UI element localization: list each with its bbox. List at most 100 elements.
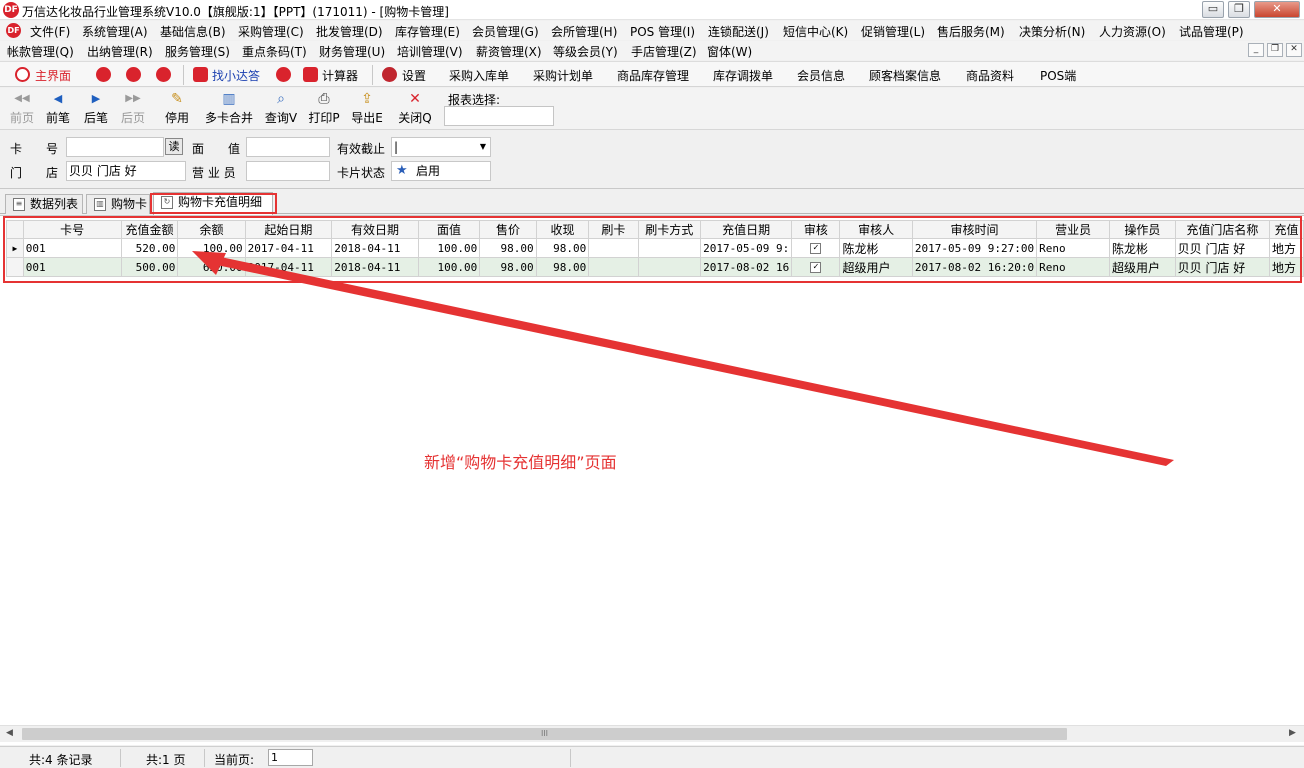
current-page-label: 当前页: [214,753,255,767]
quick-stock-management[interactable]: 商品库存管理 [617,67,689,84]
quick-find-assistant[interactable]: 找小达答 [212,67,260,84]
menu-training[interactable]: 培训管理(V) [397,43,463,60]
scroll-left-arrow-icon[interactable]: ◀ [6,728,13,738]
menu-level-member[interactable]: 等级会员(Y) [553,43,618,60]
app-logo-icon: DF [3,2,19,18]
menu-payroll[interactable]: 薪资管理(X) [476,43,542,60]
quick-transfer[interactable]: 库存调拨单 [713,67,773,84]
merge-cards-button[interactable]: ▥ 多卡合并 [203,90,255,126]
printer-icon: ⎙ [318,91,330,107]
last-page-button[interactable]: ▶▶ 后页 [119,90,147,126]
menu-finance[interactable]: 财务管理(U) [319,43,385,60]
page-count: 共:1 页 [146,753,186,767]
status-bar: 共:4 条记录 共:1 页 当前页: [0,746,1304,768]
mdi-restore-button[interactable]: ❐ [1267,43,1283,57]
valid-until-select[interactable]: | ▼ [391,137,491,157]
quick-purchase-plan[interactable]: 采购计划单 [533,67,593,84]
valid-until-value: | [394,140,399,154]
export-button[interactable]: ⇪ 导出E [350,90,384,126]
current-page-input[interactable]: 1 [268,749,313,766]
card-no-input[interactable] [66,137,164,157]
separator [120,749,121,767]
menu-cashier[interactable]: 出纳管理(R) [87,43,153,60]
menu-key-barcode[interactable]: 重点条码(T) [242,43,307,60]
data-grid-area: 卡号 充值金额 余额 起始日期 有效日期 面值 售价 收现 刷卡 刷卡方式 充值… [0,215,1304,745]
store-input[interactable]: 贝贝 门店 好 [66,161,186,181]
prev-record-button[interactable]: ◀ 前笔 [44,90,72,126]
salesman-input[interactable] [246,161,330,181]
separator [570,749,571,767]
quick-member-info[interactable]: 会员信息 [797,67,845,84]
chat-icon[interactable] [126,67,141,82]
menu-after-sales[interactable]: 售后服务(M) [937,23,1005,40]
menu-basic-info[interactable]: 基础信息(B) [160,23,226,40]
menu-hand-store[interactable]: 手店管理(Z) [631,43,697,60]
minimize-button[interactable]: ▭ [1202,1,1224,18]
menu-pos[interactable]: POS 管理(I) [630,23,695,40]
menu-decision[interactable]: 决策分析(N) [1019,23,1085,40]
record-count: 共:4 条记录 [29,753,93,767]
valid-until-label: 有效截止 [337,142,386,156]
menu-window[interactable]: 窗体(W) [707,43,752,60]
star-icon: ★ [396,163,408,178]
menu-wholesale[interactable]: 批发管理(D) [316,23,383,40]
horizontal-scrollbar[interactable]: ◀ III ▶ [0,725,1304,742]
prev-icon: ◀ [53,92,63,105]
quick-calculator[interactable]: 计算器 [322,67,358,84]
menu-bar-row-1: DF 文件(F) 系统管理(A) 基础信息(B) 采购管理(C) 批发管理(D)… [0,21,1304,40]
menu-logo-icon: DF [6,23,21,38]
search-icon: ⌕ [277,91,285,107]
scroll-thumb[interactable]: III [22,728,1067,740]
report-select-input[interactable] [444,106,554,126]
toolbar: ◀◀ 前页 ◀ 前笔 ▶ 后笔 ▶▶ 后页 ✎ 停用 ▥ 多卡合并 ⌕ 查询V ⎙ 打印P ⇪ 导… [0,88,1304,130]
tab-shopping-card[interactable]: ▥ 购物卡 [86,194,150,214]
read-card-button[interactable]: 读 [165,138,183,155]
menu-chain-delivery[interactable]: 连锁配送(J) [708,23,769,40]
menu-purchase[interactable]: 采购管理(C) [238,23,304,40]
first-page-button[interactable]: ◀◀ 前页 [8,90,36,126]
chevron-down-icon: ▼ [479,142,486,151]
annotation-text: 新增“购物卡充值明细”页面 [424,453,617,472]
disable-button[interactable]: ✎ 停用 [163,90,191,126]
tab-data-list[interactable]: ≡ 数据列表 [5,194,83,214]
menu-member[interactable]: 会员管理(G) [472,23,539,40]
menu-accounts[interactable]: 帐款管理(Q) [7,43,74,60]
last-page-icon: ▶▶ [125,93,141,104]
menu-sample[interactable]: 试品管理(P) [1179,23,1244,40]
quick-customer-files[interactable]: 顾客档案信息 [869,67,941,84]
quick-pos[interactable]: POS端 [1040,67,1076,84]
next-record-button[interactable]: ▶ 后笔 [82,90,110,126]
menu-promotion[interactable]: 促销管理(L) [861,23,925,40]
query-button[interactable]: ⌕ 查询V [264,90,298,126]
salesman-label: 营 业 员 [192,166,236,180]
help-monitor-icon [193,67,208,82]
menu-sms[interactable]: 短信中心(K) [783,23,848,40]
quick-product-data[interactable]: 商品资料 [966,67,1014,84]
close-form-button[interactable]: ✕ 关闭Q [398,90,432,126]
home-icon[interactable] [276,67,291,82]
quick-settings[interactable]: 设置 [402,67,426,84]
next-icon: ▶ [91,92,101,105]
menu-system[interactable]: 系统管理(A) [82,23,148,40]
mdi-close-button[interactable]: ✕ [1286,43,1302,57]
restore-button[interactable]: ❐ [1228,1,1250,18]
quick-home[interactable]: 主界面 [35,67,71,84]
menu-inventory[interactable]: 库存管理(E) [395,23,460,40]
separator [183,65,184,85]
bulb-icon[interactable] [156,67,171,82]
close-button[interactable]: ✕ [1254,1,1300,18]
print-button[interactable]: ⎙ 打印P [307,90,341,126]
face-value-label: 面 值 [192,142,241,156]
face-value-input[interactable] [246,137,330,157]
card-status-select[interactable]: ★ 启用 [391,161,491,181]
menu-file[interactable]: 文件(F) [30,23,70,40]
menu-service[interactable]: 服务管理(S) [165,43,230,60]
mdi-minimize-button[interactable]: _ [1248,43,1264,57]
menu-club[interactable]: 会所管理(H) [551,23,617,40]
lock-icon[interactable] [96,67,111,82]
card-status-label: 卡片状态 [337,166,386,180]
menu-hr[interactable]: 人力资源(O) [1099,23,1166,40]
quick-purchase-receipt[interactable]: 采购入库单 [449,67,509,84]
scroll-right-arrow-icon[interactable]: ▶ [1289,728,1296,738]
export-folder-icon: ⇪ [361,91,373,107]
